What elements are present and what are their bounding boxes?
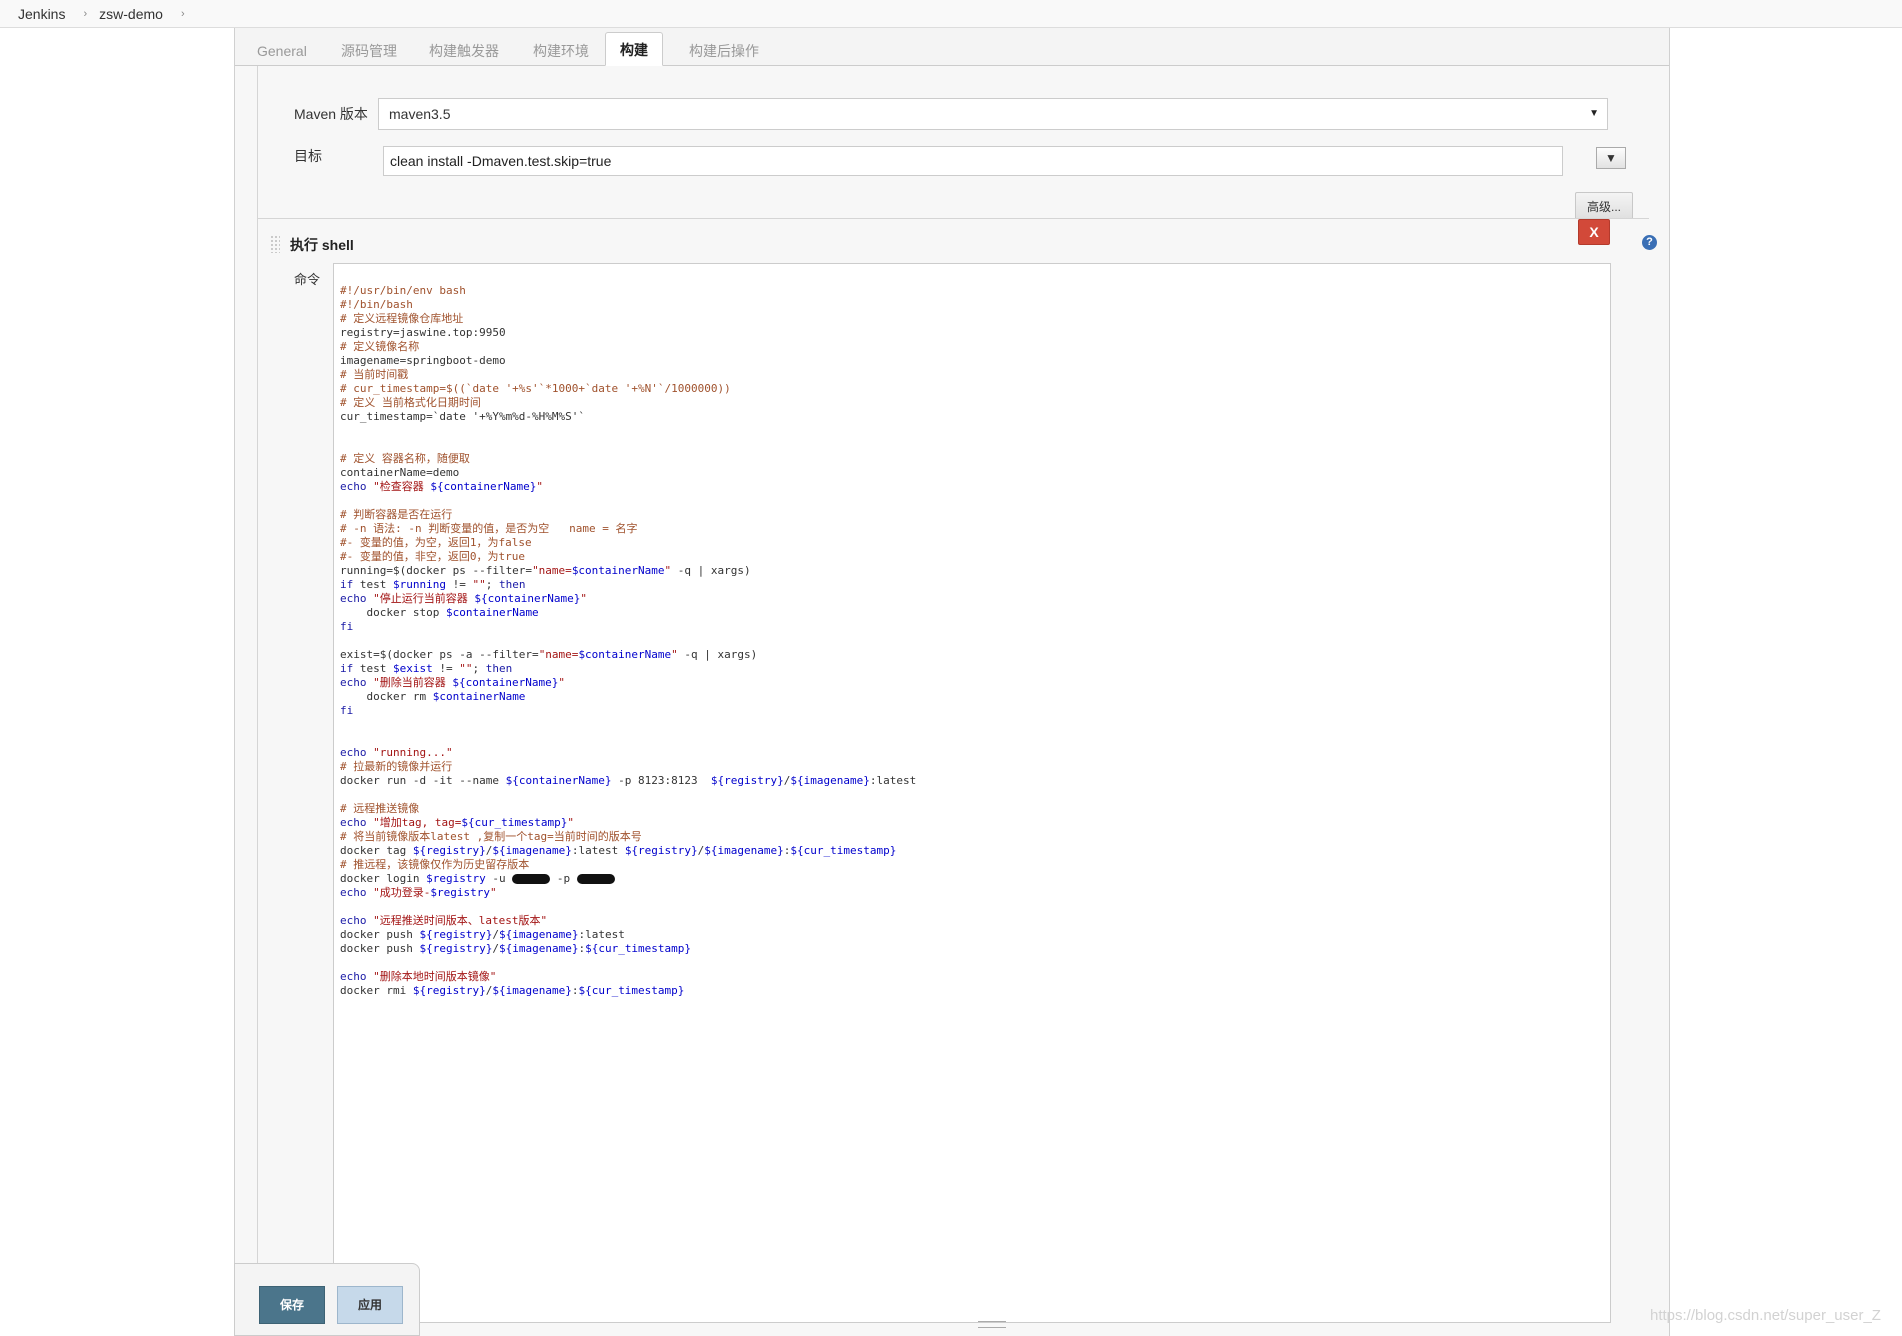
command-editor[interactable]: #!/usr/bin/env bash #!/bin/bash # 定义远程镜像仓库… — [333, 263, 1611, 1323]
tab-scm[interactable]: 源码管理 — [327, 36, 411, 66]
code-line: #- 变量的值，非空，返回0，为true — [340, 550, 525, 563]
code-line: echo "远程推送时间版本、latest版本" — [340, 914, 548, 927]
code-line: docker stop $containerName — [340, 606, 539, 619]
code-line: cur_timestamp=`date '+%Y%m%d-%H%M%S'` — [340, 410, 586, 423]
tab-post-build[interactable]: 构建后操作 — [675, 36, 773, 66]
code-line: docker push ${registry}/${imagename}:lat… — [340, 928, 625, 941]
breadcrumb-separator-icon: › — [83, 7, 88, 20]
code-line: fi — [340, 620, 354, 633]
code-line: # 定义镜像名称 — [340, 340, 420, 353]
code-line: docker tag ${registry}/${imagename}:late… — [340, 844, 897, 857]
maven-version-select[interactable]: maven3.5 ▼ — [378, 98, 1608, 130]
code-line: echo "删除本地时间版本镜像" — [340, 970, 497, 983]
tab-environment[interactable]: 构建环境 — [519, 36, 603, 66]
code-line: # 远程推送镜像 — [340, 802, 420, 815]
resize-grip-icon[interactable] — [978, 1321, 1006, 1328]
delete-step-button[interactable]: X — [1578, 219, 1610, 245]
code-line: #!/bin/bash — [340, 298, 413, 311]
code-line: if test $running != ""; then — [340, 578, 526, 591]
help-icon[interactable]: ? — [1642, 235, 1657, 250]
breadcrumb-jenkins[interactable]: Jenkins — [0, 6, 71, 22]
code-line: echo "删除当前容器 ${containerName}" — [340, 676, 565, 689]
dropdown-arrow-icon: ▼ — [1589, 108, 1599, 119]
code-line: # cur_timestamp=$((`date '+%s'`*1000+`da… — [340, 382, 731, 395]
maven-version-label: Maven 版本 — [294, 106, 368, 122]
watermark: https://blog.csdn.net/super_user_Z — [1650, 1307, 1881, 1324]
code-line: imagename=springboot-demo — [340, 354, 506, 367]
code-line: # 将当前镜像版本latest ,复制一个tag=当前时间的版本号 — [340, 830, 642, 843]
code-line: if test $exist != ""; then — [340, 662, 513, 675]
apply-button[interactable]: 应用 — [337, 1286, 403, 1324]
code-line: fi — [340, 704, 354, 717]
code-line: docker push ${registry}/${imagename}:${c… — [340, 942, 692, 955]
config-panel: General 源码管理 构建触发器 构建环境 构建 构建后操作 Maven 版… — [234, 28, 1670, 1336]
code-line: echo "running..." — [340, 746, 453, 759]
code-line: echo "停止运行当前容器 ${containerName}" — [340, 592, 587, 605]
code-line: #- 变量的值，为空，返回1，为false — [340, 536, 532, 549]
maven-goal-input[interactable]: clean install -Dmaven.test.skip=true — [383, 146, 1563, 176]
shell-step-title: 执行 shell — [290, 237, 354, 253]
code-line: docker login $registry -u -p — [340, 872, 1604, 886]
expand-goal-button[interactable]: ▼ — [1596, 147, 1626, 169]
bottom-action-bar: 保存 应用 — [234, 1263, 420, 1336]
breadcrumb: Jenkins › zsw-demo › — [0, 0, 1902, 28]
drag-handle-icon[interactable] — [270, 235, 280, 253]
code-line: echo "检查容器 ${containerName}" — [340, 480, 543, 493]
code-line: registry=jaswine.top:9950 — [340, 326, 506, 339]
save-button[interactable]: 保存 — [259, 1286, 325, 1324]
code-line: containerName=demo — [340, 466, 460, 479]
code-line: docker run -d -it --name ${containerName… — [340, 774, 917, 787]
tab-bar: General 源码管理 构建触发器 构建环境 构建 构建后操作 — [235, 28, 1669, 66]
code-line: # 推远程，该镜像仅作为历史留存版本 — [340, 858, 530, 871]
code-line: # 定义远程镜像仓库地址 — [340, 312, 464, 325]
breadcrumb-separator-icon[interactable]: › — [169, 8, 197, 20]
tab-general[interactable]: General — [243, 36, 321, 66]
maven-version-value: maven3.5 — [389, 106, 451, 122]
tab-build[interactable]: 构建 — [605, 32, 663, 66]
code-line: #!/usr/bin/env bash — [340, 284, 466, 297]
code-line: # -n 语法: -n 判断变量的值，是否为空 name = 名字 — [340, 522, 638, 535]
code-line: # 拉最新的镜像并运行 — [340, 760, 453, 773]
code-line: # 定义 容器名称，随便取 — [340, 452, 470, 465]
code-line: docker rm $containerName — [340, 690, 526, 703]
breadcrumb-project[interactable]: zsw-demo — [99, 6, 169, 22]
command-label: 命令 — [294, 272, 321, 287]
code-line: # 定义 当前格式化日期时间 — [340, 396, 481, 409]
code-line: # 判断容器是否在运行 — [340, 508, 453, 521]
code-line: # 当前时间戳 — [340, 368, 409, 381]
code-line: docker rmi ${registry}/${imagename}:${cu… — [340, 984, 685, 997]
maven-goal-label: 目标 — [294, 148, 322, 164]
code-line: echo "成功登录-$registry" — [340, 886, 497, 899]
code-line: echo "增加tag, tag=${cur_timestamp}" — [340, 816, 574, 829]
code-line: exist=$(docker ps -a --filter="name=$con… — [340, 648, 758, 661]
execute-shell-step: 执行 shell X ? 命令 #!/usr/bin/env bash #!/bi… — [257, 218, 1657, 1336]
code-line: running=$(docker ps --filter="name=$cont… — [340, 564, 751, 577]
tab-triggers[interactable]: 构建触发器 — [415, 36, 513, 66]
